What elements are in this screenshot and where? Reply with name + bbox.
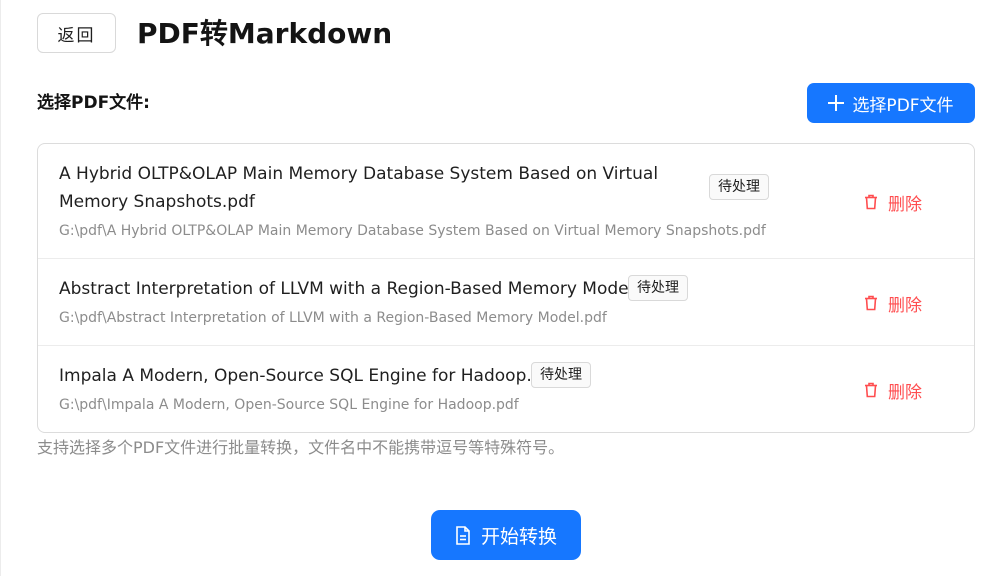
pdf-to-markdown-page: 返回 PDF转Markdown 选择PDF文件: 选择PDF文件 A Hybri… bbox=[0, 0, 995, 576]
delete-button[interactable]: 删除 bbox=[864, 378, 922, 403]
file-path: G:\pdf\Abstract Interpretation of LLVM w… bbox=[59, 310, 607, 326]
back-button[interactable]: 返回 bbox=[37, 13, 116, 53]
hint-text: 支持选择多个PDF文件进行批量转换，文件名中不能携带逗号等特殊符号。 bbox=[37, 438, 565, 457]
trash-icon bbox=[864, 295, 878, 311]
trash-icon bbox=[864, 194, 878, 210]
file-text-icon bbox=[455, 525, 471, 545]
select-pdf-button-label: 选择PDF文件 bbox=[852, 95, 954, 116]
status-badge: 待处理 bbox=[531, 362, 591, 388]
file-list: A Hybrid OLTP&OLAP Main Memory Database … bbox=[37, 143, 975, 433]
section-label: 选择PDF文件: bbox=[37, 93, 150, 113]
file-name: Impala A Modern, Open-Source SQL Engine … bbox=[59, 366, 560, 386]
delete-button-label: 删除 bbox=[888, 295, 922, 316]
file-list-item: Abstract Interpretation of LLVM with a R… bbox=[38, 259, 974, 346]
start-convert-button-label: 开始转换 bbox=[480, 525, 557, 548]
delete-button[interactable]: 删除 bbox=[864, 291, 922, 316]
file-list-item: A Hybrid OLTP&OLAP Main Memory Database … bbox=[38, 144, 974, 259]
file-path: G:\pdf\Impala A Modern, Open-Source SQL … bbox=[59, 397, 519, 413]
status-badge: 待处理 bbox=[709, 174, 769, 200]
page-title: PDF转Markdown bbox=[137, 17, 393, 50]
trash-icon bbox=[864, 382, 878, 398]
back-button-label: 返回 bbox=[57, 25, 96, 46]
file-list-item: Impala A Modern, Open-Source SQL Engine … bbox=[38, 346, 974, 433]
file-path: G:\pdf\A Hybrid OLTP&OLAP Main Memory Da… bbox=[59, 223, 766, 239]
plus-icon bbox=[828, 95, 845, 111]
file-name: Abstract Interpretation of LLVM with a R… bbox=[59, 279, 667, 299]
file-name: A Hybrid OLTP&OLAP Main Memory Database … bbox=[59, 164, 659, 212]
select-pdf-button[interactable]: 选择PDF文件 bbox=[807, 83, 975, 123]
status-badge: 待处理 bbox=[628, 275, 688, 301]
start-convert-button[interactable]: 开始转换 bbox=[431, 510, 581, 560]
delete-button[interactable]: 删除 bbox=[864, 190, 922, 215]
delete-button-label: 删除 bbox=[888, 382, 922, 403]
delete-button-label: 删除 bbox=[888, 194, 922, 215]
